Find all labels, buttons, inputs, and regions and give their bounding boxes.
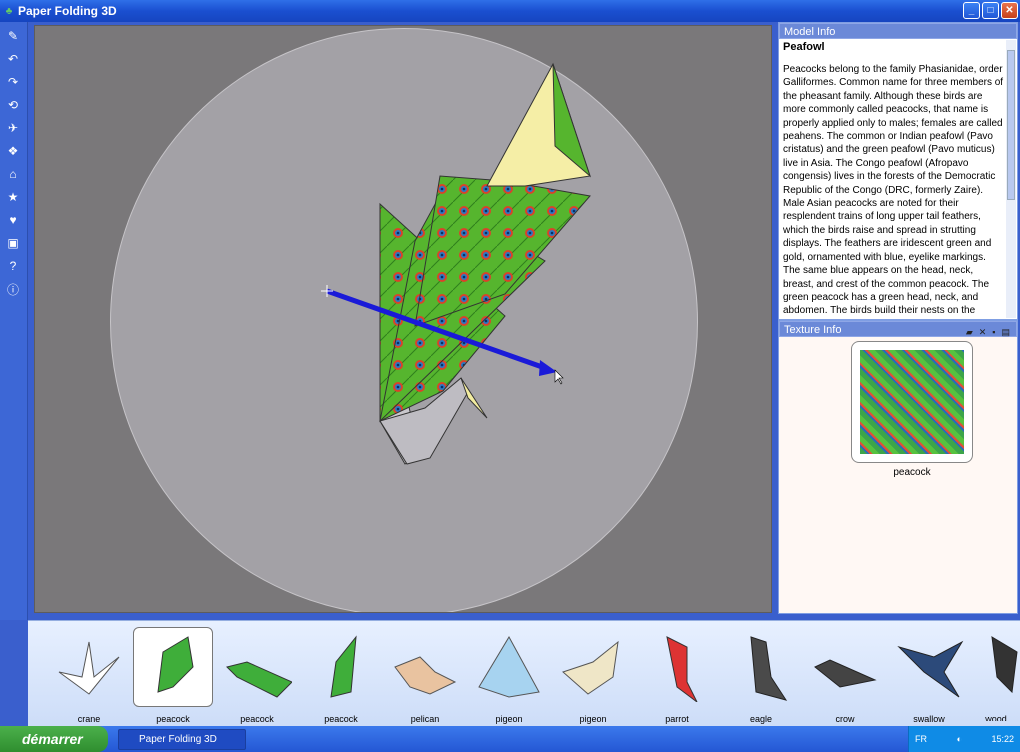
home-icon[interactable]: ⌂ <box>4 165 22 183</box>
model-label: peacock <box>240 714 274 724</box>
model-name: Peafowl <box>783 41 825 53</box>
scroll-thumb[interactable] <box>1007 50 1015 200</box>
bird-icon[interactable]: ✈ <box>4 119 22 137</box>
model-label: peacock <box>324 714 358 724</box>
star-icon[interactable]: ★ <box>4 188 22 206</box>
window-title: Paper Folding 3D <box>18 4 117 18</box>
peacock-model[interactable] <box>35 26 772 613</box>
maximize-button[interactable]: □ <box>982 2 999 19</box>
texture-thumbnail[interactable] <box>851 341 973 463</box>
help-icon[interactable]: ? <box>4 257 22 275</box>
model-item[interactable]: peacock <box>216 627 298 724</box>
texture-info-header: Texture Info ▰ ✕ ▪ ▤ <box>779 321 1017 337</box>
swallow-thumb-icon <box>897 640 964 698</box>
texture-image <box>860 350 964 454</box>
eagle-thumb-icon <box>750 636 788 701</box>
system-tray: FR ◐ 15:22 <box>908 726 1020 752</box>
peacock-thumb-icon <box>157 636 194 693</box>
model-item[interactable]: pigeon <box>552 627 634 724</box>
woodpecker-thumb-icon <box>991 636 1018 694</box>
model-label: eagle <box>749 714 773 724</box>
clock: 15:22 <box>991 734 1014 744</box>
model-item-selected[interactable]: peacock <box>132 627 214 724</box>
model-label: peacock <box>156 714 190 724</box>
peacock-thumb-icon <box>226 661 292 698</box>
fold-icon[interactable]: ⟲ <box>4 96 22 114</box>
info-scrollbar[interactable] <box>1006 40 1016 318</box>
taskbar-app-button[interactable]: Paper Folding 3D <box>118 729 246 750</box>
right-panel: Model Info Peafowl Peacocks belong to th… <box>778 22 1018 614</box>
minimize-button[interactable]: _ <box>963 2 980 19</box>
parrot-thumb-icon <box>666 636 698 702</box>
texture-info-title: Texture Info <box>784 324 842 336</box>
model-info-header: Model Info <box>779 23 1017 39</box>
crane-thumb-icon <box>58 641 120 695</box>
model-label: crane <box>77 714 101 724</box>
close-button[interactable]: ✕ <box>1001 2 1018 19</box>
peacock-thumb-icon <box>330 635 357 698</box>
model-item[interactable]: crow <box>804 627 886 724</box>
speaker-icon[interactable]: ◐ <box>957 734 962 744</box>
pelican-thumb-icon <box>394 656 457 695</box>
crow-thumb-icon <box>814 659 877 688</box>
model-item[interactable]: eagle <box>720 627 802 724</box>
undo-icon[interactable]: ↶ <box>4 50 22 68</box>
model-label: crow <box>835 714 855 724</box>
open-folder-icon[interactable]: ▰ <box>966 324 973 340</box>
model-icon[interactable]: ❖ <box>4 142 22 160</box>
brush-icon[interactable]: ✎ <box>4 27 22 45</box>
3d-viewport[interactable] <box>34 25 772 613</box>
model-label: wood <box>985 714 1007 721</box>
delete-icon[interactable]: ✕ <box>979 324 987 340</box>
model-item[interactable]: parrot <box>636 627 718 724</box>
model-label: pigeon <box>495 714 523 724</box>
heart-icon[interactable]: ♥ <box>4 211 22 229</box>
pigeon-thumb-icon <box>478 635 540 698</box>
model-item[interactable]: wood <box>972 627 1020 721</box>
texture-label: peacock <box>893 467 931 478</box>
model-label: pigeon <box>579 714 607 724</box>
texture-info-panel: Texture Info ▰ ✕ ▪ ▤ peacock <box>778 320 1018 614</box>
redo-icon[interactable]: ↷ <box>4 73 22 91</box>
app-icon: ♣ <box>5 5 13 17</box>
model-item[interactable]: peacock <box>300 627 382 724</box>
model-item[interactable]: pelican <box>384 627 466 724</box>
tool-sidebar: ✎ ↶ ↷ ⟲ ✈ ❖ ⌂ ★ ♥ ▣ ? ⓘ <box>0 22 28 620</box>
model-info-panel: Model Info Peafowl Peacocks belong to th… <box>778 22 1018 320</box>
model-item[interactable]: crane <box>48 627 130 724</box>
tail-fan-3 <box>414 175 591 327</box>
save-icon[interactable]: ▪ <box>992 324 995 340</box>
model-label: parrot <box>665 714 689 724</box>
language-indicator[interactable]: FR <box>915 734 927 744</box>
crest-top <box>486 62 591 187</box>
model-item[interactable]: pigeon <box>468 627 550 724</box>
model-label: swallow <box>913 714 945 724</box>
model-shelf: crane peacock peacock peacock pelican pi… <box>28 620 1020 726</box>
start-button[interactable]: démarrer <box>0 726 108 752</box>
print-icon[interactable]: ▤ <box>1001 324 1010 340</box>
info-icon[interactable]: ⓘ <box>4 280 22 298</box>
taskbar: démarrer Paper Folding 3D FR ◐ 15:22 <box>0 726 1020 752</box>
camera-icon[interactable]: ▣ <box>4 234 22 252</box>
model-label: pelican <box>410 714 440 724</box>
fold-arrow-head <box>539 360 557 376</box>
title-bar: ♣ Paper Folding 3D _ □ ✕ <box>0 0 1020 22</box>
model-item[interactable]: swallow <box>888 627 970 724</box>
pigeon-thumb-icon <box>562 640 619 695</box>
cursor-icon <box>554 369 564 385</box>
model-description: Peacocks belong to the family Phasianida… <box>783 64 1004 317</box>
